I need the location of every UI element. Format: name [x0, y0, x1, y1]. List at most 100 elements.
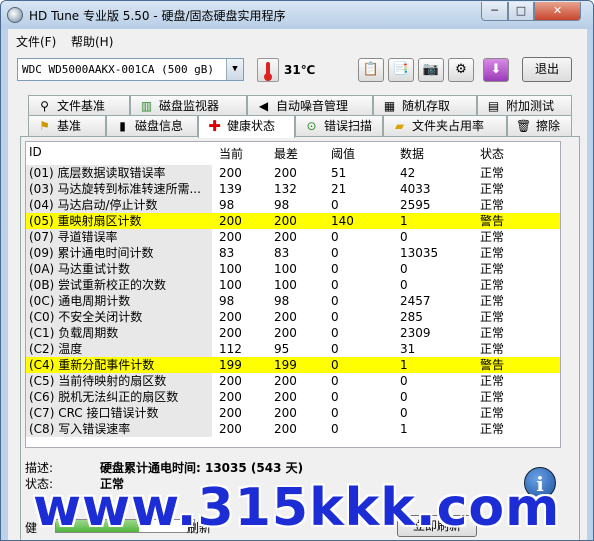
screenshot-button[interactable]: 📷	[418, 58, 444, 82]
menu-file[interactable]: 文件(F)	[16, 33, 56, 50]
cell-threshold: 0	[331, 262, 339, 276]
table-row[interactable]: (C8) 写入错误速率 200 200 0 1 正常	[26, 421, 560, 437]
cell-worst: 200	[274, 230, 297, 244]
cell-status: 正常	[480, 310, 505, 324]
save-button[interactable]: ⬇	[483, 58, 509, 82]
smart-table[interactable]: ID 当前 最差 阈值 数据 状态 (01) 底层数据读取错误率 200 200 51…	[25, 141, 561, 448]
menu-help[interactable]: 帮助(H)	[71, 33, 113, 50]
cell-data: 0	[400, 406, 408, 420]
cell-id: (04) 马达启动/停止计数	[26, 197, 212, 213]
column-header-threshold[interactable]: 阈值	[331, 145, 355, 162]
health-icon: ✚	[208, 117, 221, 135]
tab-file-benchmark[interactable]: ⚲ 文件基准	[28, 95, 130, 116]
maximize-button[interactable]: □	[508, 2, 534, 21]
cell-id: (C7) CRC 接口错误计数	[26, 405, 212, 421]
table-header: ID 当前 最差 阈值 数据 状态	[26, 142, 560, 164]
table-row[interactable]: (05) 重映射扇区计数 200 200 140 1 警告	[26, 213, 560, 229]
cell-id: (C0) 不安全关闭计数	[26, 309, 212, 325]
options-button[interactable]: ⚙	[448, 58, 474, 82]
disk-monitor-icon: ▥	[140, 99, 153, 113]
column-header-worst[interactable]: 最差	[274, 145, 298, 162]
tab-folder-usage[interactable]: ▰ 文件夹占用率	[383, 115, 507, 136]
table-row[interactable]: (C0) 不安全关闭计数 200 200 0 285 正常	[26, 309, 560, 325]
table-row[interactable]: (04) 马达启动/停止计数 98 98 0 2595 正常	[26, 197, 560, 213]
cell-threshold: 0	[331, 406, 339, 420]
cell-worst: 83	[274, 246, 290, 260]
tab-error-scan[interactable]: ⊙ 错误扫描	[295, 115, 383, 136]
drive-select[interactable]: WDC WD5000AAKX-001CA (500 gB) ▼	[17, 58, 244, 81]
column-header-data[interactable]: 数据	[400, 145, 424, 162]
table-row[interactable]: (01) 底层数据读取错误率 200 200 51 42 正常	[26, 165, 560, 181]
cell-worst: 200	[274, 326, 297, 340]
cell-id: (C4) 重新分配事件计数	[26, 357, 212, 373]
tab-disk-monitor[interactable]: ▥ 磁盘监视器	[130, 95, 247, 116]
copy-all-button[interactable]: 📑	[388, 58, 414, 82]
cell-threshold: 0	[331, 326, 339, 340]
table-row[interactable]: (C5) 当前待映射的扇区数 200 200 0 0 正常	[26, 373, 560, 389]
cell-threshold: 0	[331, 342, 339, 356]
app-window: HD Tune 专业版 5.50 - 硬盘/固态硬盘实用程序 ─ □ ✕ 文件(…	[0, 0, 594, 541]
cell-status: 警告	[480, 358, 505, 372]
tab-random-access[interactable]: ▦ 随机存取	[373, 95, 477, 116]
cell-status: 正常	[480, 294, 505, 308]
table-row[interactable]: (C1) 负载周期数 200 200 0 2309 正常	[26, 325, 560, 341]
cell-status: 正常	[480, 262, 505, 276]
cell-worst: 100	[274, 262, 297, 276]
description-label: 描述:	[25, 461, 54, 475]
cell-current: 100	[219, 262, 242, 276]
cell-status: 正常	[480, 198, 505, 212]
title-bar[interactable]: HD Tune 专业版 5.50 - 硬盘/固态硬盘实用程序 ─ □ ✕	[1, 1, 593, 29]
cell-id: (0B) 尝试重新校正的次数	[26, 277, 212, 293]
app-icon[interactable]	[7, 7, 23, 23]
table-row[interactable]: (C2) 温度 112 95 0 31 正常	[26, 341, 560, 357]
tab-health[interactable]: ✚ 健康状态	[198, 115, 295, 138]
random-access-icon: ▦	[383, 99, 396, 113]
table-row[interactable]: (C7) CRC 接口错误计数 200 200 0 0 正常	[26, 405, 560, 421]
cell-worst: 200	[274, 390, 297, 404]
copy-button[interactable]: 📋	[358, 58, 384, 82]
exit-button[interactable]: 退出	[522, 57, 572, 82]
cell-threshold: 0	[331, 246, 339, 260]
drive-select-value: WDC WD5000AAKX-001CA (500 gB)	[22, 63, 215, 76]
table-row[interactable]: (0B) 尝试重新校正的次数 100 100 0 0 正常	[26, 277, 560, 293]
cell-data: 0	[400, 262, 408, 276]
table-row[interactable]: (03) 马达旋转到标准转速所需... 139 132 21 4033 正常	[26, 181, 560, 197]
tab-erase[interactable]: 🗑 擦除	[507, 115, 572, 136]
tab-extra-tests[interactable]: ▤ 附加测试	[477, 95, 572, 116]
table-row[interactable]: (C4) 重新分配事件计数 199 199 0 1 警告	[26, 357, 560, 373]
cell-id: (C6) 脱机无法纠正的扇区数	[26, 389, 212, 405]
table-row[interactable]: (07) 寻道错误率 200 200 0 0 正常	[26, 229, 560, 245]
close-button[interactable]: ✕	[534, 2, 581, 21]
file-benchmark-icon: ⚲	[40, 99, 49, 113]
table-row[interactable]: (09) 累计通电时间计数 83 83 0 13035 正常	[26, 245, 560, 261]
tab-benchmark[interactable]: ⚑ 基准	[28, 115, 106, 136]
cell-worst: 132	[274, 182, 297, 196]
info-icon[interactable]: i	[524, 467, 556, 499]
column-header-status[interactable]: 状态	[480, 145, 504, 162]
cell-current: 200	[219, 214, 242, 228]
cell-current: 139	[219, 182, 242, 196]
column-header-current[interactable]: 当前	[219, 145, 243, 162]
error-scan-icon: ⊙	[306, 119, 317, 133]
table-row[interactable]: (C6) 脱机无法纠正的扇区数 200 200 0 0 正常	[26, 389, 560, 405]
cell-data: 4033	[400, 182, 431, 196]
cell-status: 正常	[480, 166, 505, 180]
cell-status: 正常	[480, 374, 505, 388]
cell-data: 2595	[400, 198, 431, 212]
cell-data: 31	[400, 342, 416, 356]
cell-current: 199	[219, 358, 242, 372]
bottom-area: 健 刷新 立即刷新	[25, 505, 577, 540]
cell-id: (C8) 写入错误速率	[26, 421, 212, 437]
tab-aam[interactable]: ◀ 自动噪音管理	[247, 95, 373, 116]
options-icon: ⚙	[455, 62, 467, 77]
table-row[interactable]: (0A) 马达重试计数 100 100 0 0 正常	[26, 261, 560, 277]
cell-id: (01) 底层数据读取错误率	[26, 165, 212, 181]
chevron-down-icon[interactable]: ▼	[226, 59, 243, 80]
refresh-now-button[interactable]: 立即刷新	[397, 515, 477, 537]
tab-disk-info[interactable]: ▮ 磁盘信息	[106, 115, 198, 136]
table-row[interactable]: (0C) 通电周期计数 98 98 0 2457 正常	[26, 293, 560, 309]
minimize-button[interactable]: ─	[481, 2, 508, 21]
cell-worst: 200	[274, 406, 297, 420]
cell-threshold: 0	[331, 374, 339, 388]
column-header-id[interactable]: ID	[29, 145, 42, 159]
